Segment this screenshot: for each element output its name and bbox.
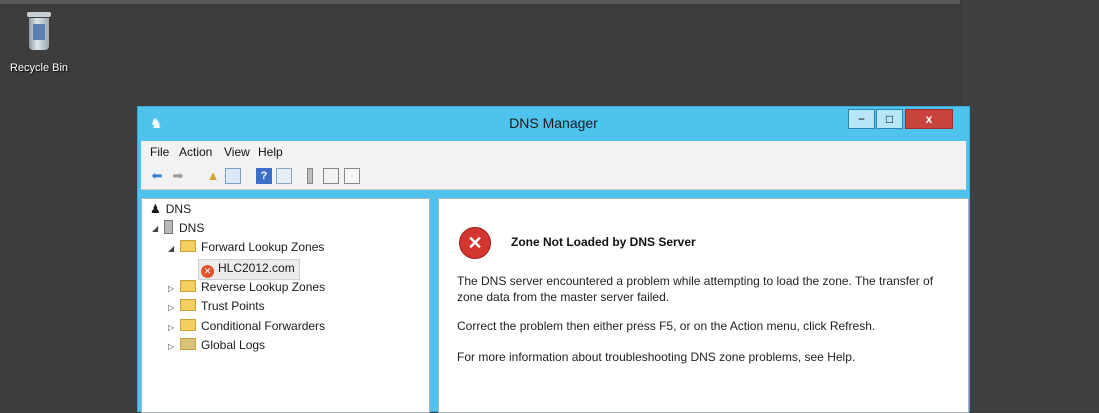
error-icon: ✕ bbox=[459, 227, 491, 259]
tree-forward-lookup-zones[interactable]: Forward Lookup Zones bbox=[180, 240, 324, 254]
tree-root-dns[interactable]: ♟ DNS bbox=[150, 202, 191, 216]
server-icon[interactable] bbox=[307, 168, 313, 184]
expand-arrow-icon[interactable]: ▷ bbox=[168, 284, 174, 293]
show-tree-icon[interactable] bbox=[225, 168, 241, 184]
details-pane: ✕ Zone Not Loaded by DNS Server The DNS … bbox=[438, 198, 969, 413]
up-folder-icon[interactable]: ▲ bbox=[205, 168, 221, 184]
dns-manager-window: ♞ DNS Manager − □ x File Action View Hel… bbox=[137, 106, 970, 413]
folder-icon bbox=[180, 240, 196, 252]
title-bar[interactable]: ♞ DNS Manager − □ x bbox=[138, 107, 969, 139]
back-arrow-icon[interactable]: ⬅ bbox=[149, 168, 165, 184]
help-icon[interactable]: ? bbox=[256, 168, 272, 184]
window-title: DNS Manager bbox=[509, 115, 598, 131]
folder-icon bbox=[180, 299, 196, 311]
forward-arrow-icon[interactable]: ➡ bbox=[170, 168, 186, 184]
console-tree: ♟ DNS ◢ DNS ◢ Forward Lookup Zones ✕ HLC20… bbox=[141, 198, 430, 413]
menu-bar: File Action View Help bbox=[141, 141, 966, 163]
tree-conditional-forwarders[interactable]: Conditional Forwarders bbox=[180, 319, 325, 333]
expand-arrow-icon[interactable]: ▷ bbox=[168, 342, 174, 351]
tree-global-logs[interactable]: Global Logs bbox=[180, 338, 265, 352]
expand-arrow-icon[interactable]: ▷ bbox=[168, 323, 174, 332]
recycle-bin-shortcut[interactable]: Recycle Bin bbox=[4, 10, 74, 74]
export-icon[interactable] bbox=[344, 168, 360, 184]
log-icon bbox=[180, 338, 196, 350]
error-heading: Zone Not Loaded by DNS Server bbox=[511, 235, 696, 249]
help-hint: For more information about troubleshooti… bbox=[457, 350, 856, 364]
collapse-arrow-icon[interactable]: ◢ bbox=[152, 224, 158, 233]
minimize-button[interactable]: − bbox=[848, 109, 875, 129]
recycle-bin-icon bbox=[24, 10, 54, 52]
maximize-button[interactable]: □ bbox=[876, 109, 903, 129]
folder-icon bbox=[180, 280, 196, 292]
snapin-icon: ♟ bbox=[150, 202, 161, 216]
menu-file[interactable]: File bbox=[150, 145, 169, 159]
collapse-arrow-icon[interactable]: ◢ bbox=[168, 244, 174, 253]
tree-zone-hlc2012[interactable]: ✕ HLC2012.com bbox=[198, 259, 300, 280]
tree-trust-points[interactable]: Trust Points bbox=[180, 299, 265, 313]
error-remedy: Correct the problem then either press F5… bbox=[457, 319, 876, 333]
list-icon[interactable] bbox=[323, 168, 339, 184]
menu-help[interactable]: Help bbox=[258, 145, 283, 159]
close-button[interactable]: x bbox=[905, 109, 953, 129]
zone-error-icon: ✕ bbox=[201, 265, 214, 278]
tree-server-dns[interactable]: DNS bbox=[164, 220, 204, 235]
error-description: The DNS server encountered a problem whi… bbox=[457, 274, 934, 304]
tree-reverse-lookup-zones[interactable]: Reverse Lookup Zones bbox=[180, 280, 325, 294]
expand-arrow-icon[interactable]: ▷ bbox=[168, 303, 174, 312]
menu-view[interactable]: View bbox=[224, 145, 250, 159]
desktop-top-strip bbox=[0, 0, 960, 4]
toolbar: ⬅ ➡ ▲ ? bbox=[141, 163, 966, 190]
menu-action[interactable]: Action bbox=[179, 145, 212, 159]
folder-icon bbox=[180, 319, 196, 331]
recycle-bin-label: Recycle Bin bbox=[9, 62, 69, 74]
desktop-background bbox=[962, 0, 1099, 412]
server-icon bbox=[164, 220, 173, 234]
properties-icon[interactable] bbox=[276, 168, 292, 184]
